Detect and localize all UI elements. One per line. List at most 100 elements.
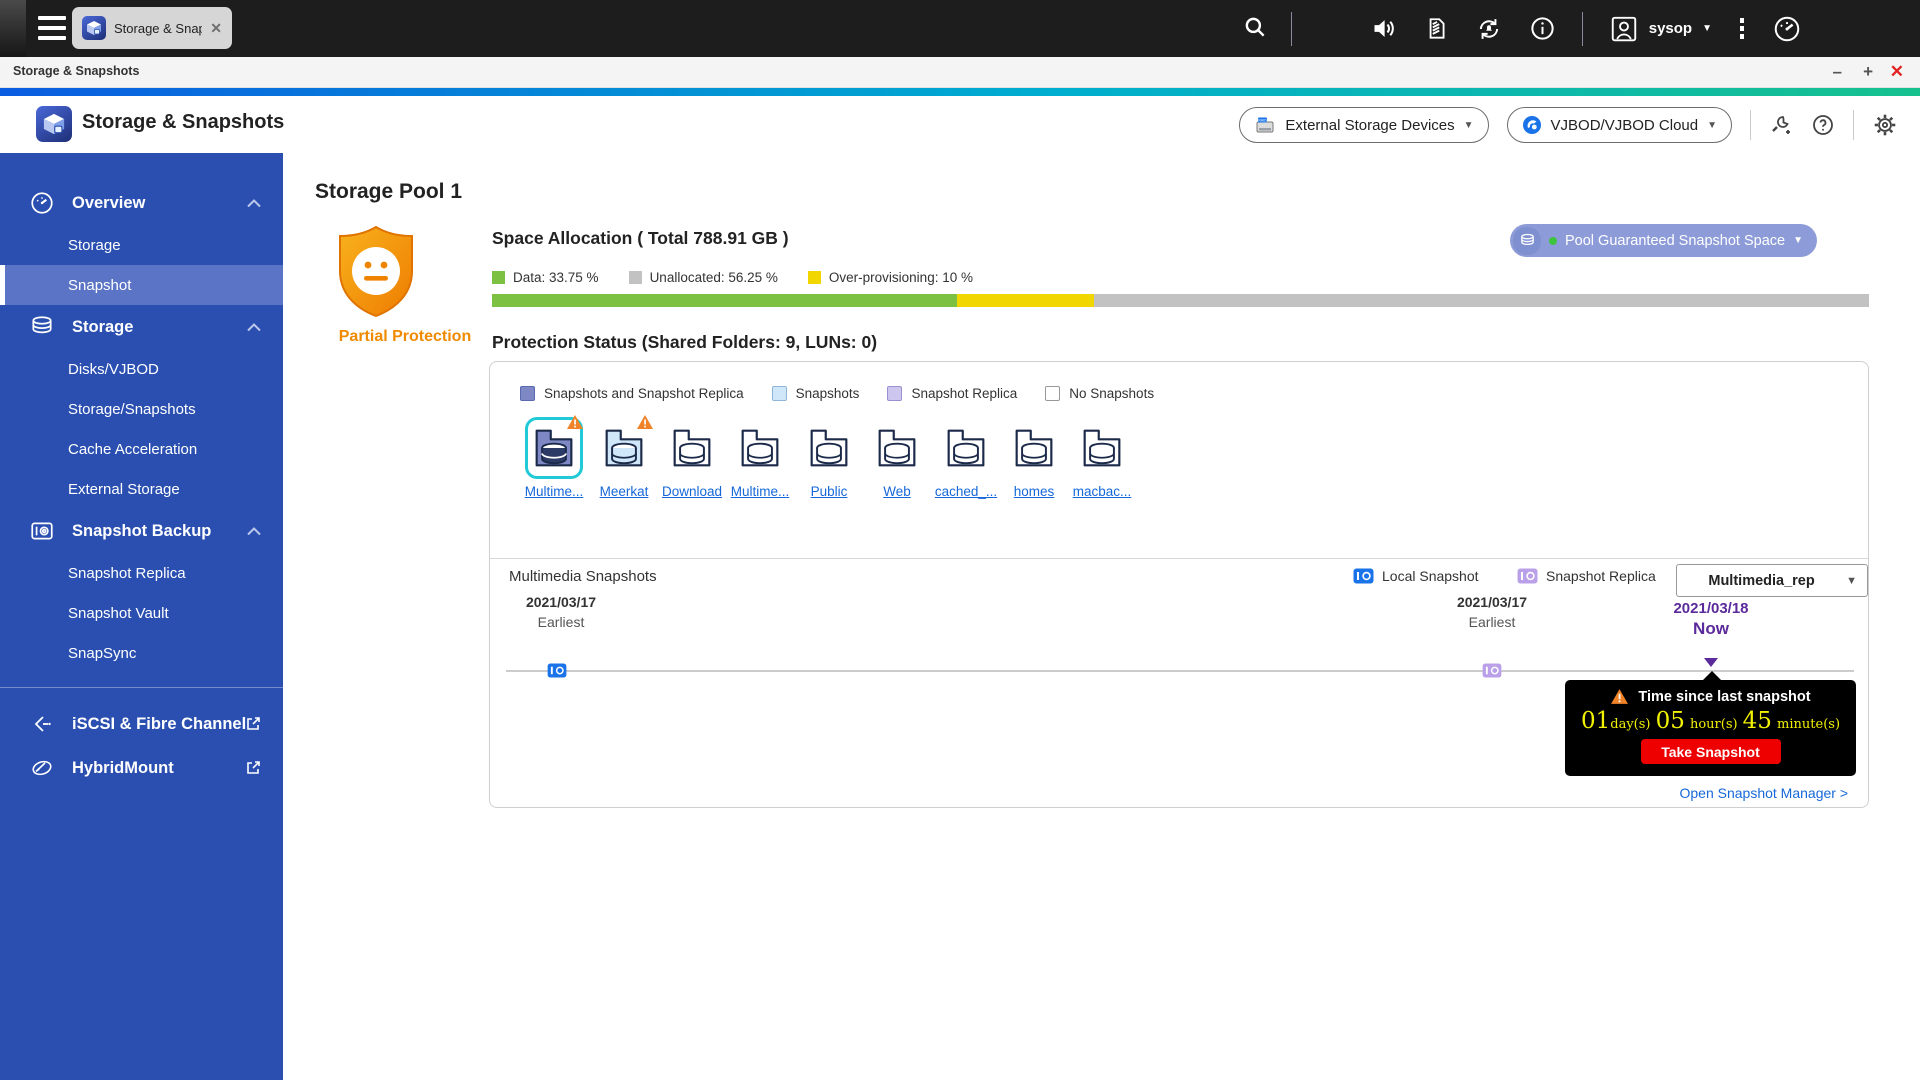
folder-db-icon[interactable] (940, 420, 992, 476)
sidebar-item-overview[interactable]: Overview (0, 181, 283, 225)
sidebar-item-storage-overview[interactable]: Storage (0, 225, 283, 265)
sidebar-item-cache-acceleration[interactable]: Cache Acceleration (0, 429, 283, 469)
folder-db-icon[interactable] (598, 420, 650, 476)
folder-meerkat[interactable]: Meerkat (590, 420, 658, 501)
folder-link[interactable]: Multime... (525, 484, 584, 499)
time-since-value: 01day(s) 05 hour(s) 45 minute(s) (1565, 708, 1856, 734)
help-icon[interactable] (1811, 113, 1835, 137)
window-title: Storage & Snapshots (13, 64, 139, 78)
header-divider (1853, 110, 1854, 140)
main-menu-icon[interactable] (38, 16, 66, 40)
info-icon[interactable] (1529, 15, 1556, 42)
legend-local-snapshot: Local Snapshot (1353, 568, 1479, 584)
sidebar-item-snapshot-backup[interactable]: Snapshot Backup (0, 509, 283, 553)
legend-snapshots-and-replica: Snapshots and Snapshot Replica (520, 386, 744, 401)
sidebar-nav: Overview Storage Snapshot Storage Disks/… (0, 153, 283, 1080)
sidebar-divider (0, 687, 283, 688)
user-menu[interactable]: sysop ▼ (1609, 14, 1712, 44)
sidebar-item-label: iSCSI & Fibre Channel (72, 715, 246, 734)
folder-multimedia[interactable]: Multime... (520, 420, 588, 501)
gauge-icon (28, 190, 56, 216)
auto-fix-wrench-icon[interactable] (1769, 113, 1793, 137)
space-allocation-legend: Data: 33.75 % Unallocated: 56.25 % Over-… (492, 270, 973, 285)
desktop-taskbar: Storage & Snap... ✕ sysop ▼ (0, 0, 1920, 57)
maximize-button[interactable]: + (1863, 60, 1873, 84)
external-storage-devices-button[interactable]: RAID External Storage Devices ▼ (1239, 107, 1488, 143)
folder-db-icon[interactable] (871, 420, 923, 476)
replica-snapshot-marker[interactable] (1482, 663, 1502, 678)
protection-status-label: Partial Protection (333, 327, 477, 348)
folder-db-icon[interactable] (1008, 420, 1060, 476)
dashboard-icon[interactable] (1772, 14, 1802, 44)
warning-icon (636, 414, 654, 430)
app-header: Storage & Snapshots RAID External Storag… (0, 96, 1920, 153)
external-link-icon (245, 716, 261, 732)
folder-link[interactable]: cached_... (935, 484, 997, 499)
external-link-icon (245, 760, 261, 776)
raid-drive-icon: RAID (1254, 116, 1276, 134)
folder-link[interactable]: Download (662, 484, 722, 499)
folder-download[interactable]: Download (658, 420, 726, 501)
take-snapshot-button[interactable]: Take Snapshot (1641, 739, 1781, 764)
folder-cached[interactable]: cached_... (932, 420, 1000, 501)
legend-swatch (1045, 386, 1060, 401)
pool-guaranteed-snapshot-space-button[interactable]: Pool Guaranteed Snapshot Space ▼ (1510, 224, 1817, 257)
sidebar-item-hybridmount[interactable]: HybridMount (0, 746, 283, 790)
more-kebab-icon[interactable] (1738, 15, 1746, 43)
folder-multimedia2[interactable]: Multime... (726, 420, 794, 501)
local-snapshot-marker[interactable] (547, 663, 567, 678)
folder-db-icon[interactable] (1076, 420, 1128, 476)
tray-divider (1291, 12, 1292, 46)
replica-snapshot-badge-icon (1517, 568, 1538, 584)
sync-notify-icon[interactable] (1475, 15, 1503, 43)
vjbod-cloud-button[interactable]: VJBOD/VJBOD Cloud ▼ (1507, 107, 1732, 143)
sidebar-item-snapshot-replica[interactable]: Snapshot Replica (0, 553, 283, 593)
gear-icon[interactable] (1872, 112, 1898, 138)
snapshot-timeline (506, 670, 1854, 672)
folder-link[interactable]: homes (1014, 484, 1055, 499)
sidebar-item-external-storage[interactable]: External Storage (0, 469, 283, 509)
minimize-button[interactable]: – (1833, 60, 1842, 84)
folder-db-icon[interactable] (666, 420, 718, 476)
sidebar-item-label: Storage (72, 318, 133, 337)
tab-close-icon[interactable]: ✕ (210, 20, 222, 37)
desktop-edge-strip (0, 0, 26, 57)
folder-db-icon[interactable] (734, 420, 786, 476)
folder-db-icon[interactable] (803, 420, 855, 476)
legend-snapshots: Snapshots (772, 386, 860, 401)
folder-link[interactable]: Public (811, 484, 848, 499)
page-title: Storage & Snapshots (82, 111, 284, 134)
sidebar-item-snapshot[interactable]: Snapshot (0, 265, 283, 305)
folder-public[interactable]: Public (795, 420, 863, 501)
sidebar-item-iscsi-fibre-channel[interactable]: iSCSI & Fibre Channel (0, 702, 283, 746)
folder-homes[interactable]: homes (1000, 420, 1068, 501)
pool-title: Storage Pool 1 (315, 180, 462, 204)
chevron-down-icon: ▼ (1702, 23, 1712, 34)
folder-link[interactable]: Web (883, 484, 911, 499)
open-snapshot-manager-link[interactable]: Open Snapshot Manager > (1679, 785, 1848, 801)
folder-link[interactable]: Multime... (731, 484, 790, 499)
search-icon[interactable] (1242, 14, 1268, 40)
sidebar-item-storage-snapshots[interactable]: Storage/Snapshots (0, 389, 283, 429)
time-since-snapshot-tooltip: Time since last snapshot 01day(s) 05 hou… (1565, 680, 1856, 776)
close-button[interactable]: ✕ (1890, 60, 1904, 84)
storage-snapshots-app-icon (82, 16, 106, 40)
folder-web[interactable]: Web (863, 420, 931, 501)
sidebar-item-snapshot-vault[interactable]: Snapshot Vault (0, 593, 283, 633)
snapshot-set-dropdown[interactable]: Multimedia_rep ▼ (1676, 564, 1868, 597)
app-tab-storage-snapshots[interactable]: Storage & Snap... ✕ (72, 7, 232, 49)
system-tray: sysop ▼ (1370, 0, 1802, 57)
chevron-down-icon: ▼ (1464, 120, 1474, 131)
folder-macbackup[interactable]: macbac... (1068, 420, 1136, 501)
folder-link[interactable]: macbac... (1073, 484, 1132, 499)
user-name: sysop (1649, 20, 1692, 37)
background-tasks-icon[interactable] (1423, 16, 1449, 42)
sidebar-item-snapsync[interactable]: SnapSync (0, 633, 283, 673)
unallocated-swatch (629, 271, 642, 284)
sidebar-item-storage[interactable]: Storage (0, 305, 283, 349)
volume-icon[interactable] (1370, 15, 1397, 42)
folder-link[interactable]: Meerkat (600, 484, 649, 499)
legend-swatch (887, 386, 902, 401)
sidebar-item-disks-vjbod[interactable]: Disks/VJBOD (0, 349, 283, 389)
folder-db-icon-selected[interactable] (528, 420, 580, 476)
